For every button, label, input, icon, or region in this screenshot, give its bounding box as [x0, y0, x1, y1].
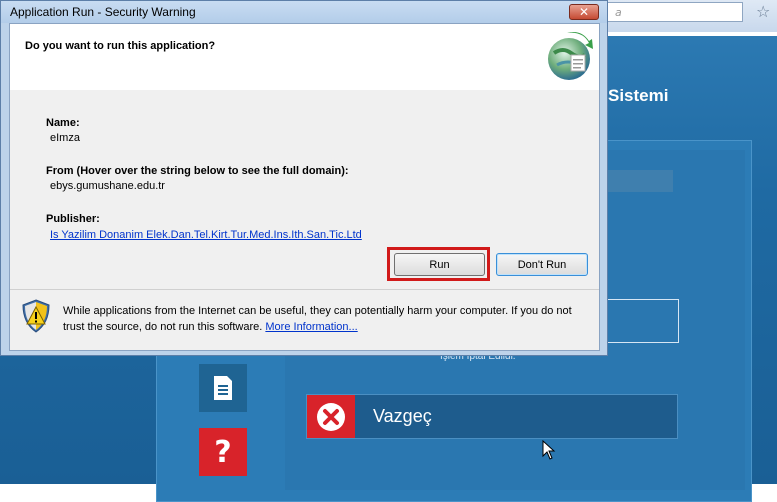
dialog-header: Do you want to run this application? — [10, 24, 599, 90]
name-label: Name: — [46, 117, 80, 129]
more-information-link[interactable]: More Information... — [265, 321, 357, 333]
run-button[interactable]: Run — [394, 253, 485, 276]
from-value[interactable]: ebys.gumushane.edu.tr — [50, 180, 165, 192]
close-button[interactable]: ✕ — [569, 4, 599, 20]
panel-header-bar — [605, 170, 673, 192]
cancel-x-icon — [307, 395, 355, 438]
security-warning-dialog: Application Run - Security Warning ✕ Do … — [0, 0, 608, 356]
dialog-titlebar[interactable]: Application Run - Security Warning ✕ — [1, 1, 607, 23]
address-bar[interactable]: a — [598, 2, 743, 22]
cancel-button-label: Vazgeç — [373, 406, 432, 426]
dialog-footer: While applications from the Internet can… — [10, 290, 599, 350]
from-label: From (Hover over the string below to see… — [46, 165, 349, 177]
document-icon[interactable] — [199, 364, 247, 412]
dont-run-button[interactable]: Don't Run — [496, 253, 588, 276]
site-title: Sistemi — [608, 86, 669, 105]
name-value: eImza — [50, 132, 80, 144]
publisher-label: Publisher: — [46, 213, 100, 225]
warning-shield-icon — [22, 299, 50, 333]
publisher-link[interactable]: Is Yazilim Donanim Elek.Dan.Tel.Kirt.Tur… — [50, 229, 362, 241]
dialog-question: Do you want to run this application? — [25, 40, 216, 52]
mouse-cursor-icon — [542, 440, 556, 460]
cancel-button[interactable]: Vazgeç — [306, 394, 678, 439]
java-globe-icon — [548, 32, 593, 80]
favorites-star-icon[interactable]: ☆ — [756, 2, 770, 21]
dialog-title: Application Run - Security Warning — [10, 5, 196, 19]
warning-text: While applications from the Internet can… — [63, 303, 583, 335]
help-icon[interactable]: ? — [199, 428, 247, 476]
dialog-body: Do you want to run this application? Nam… — [9, 23, 600, 351]
status-box — [605, 299, 679, 343]
